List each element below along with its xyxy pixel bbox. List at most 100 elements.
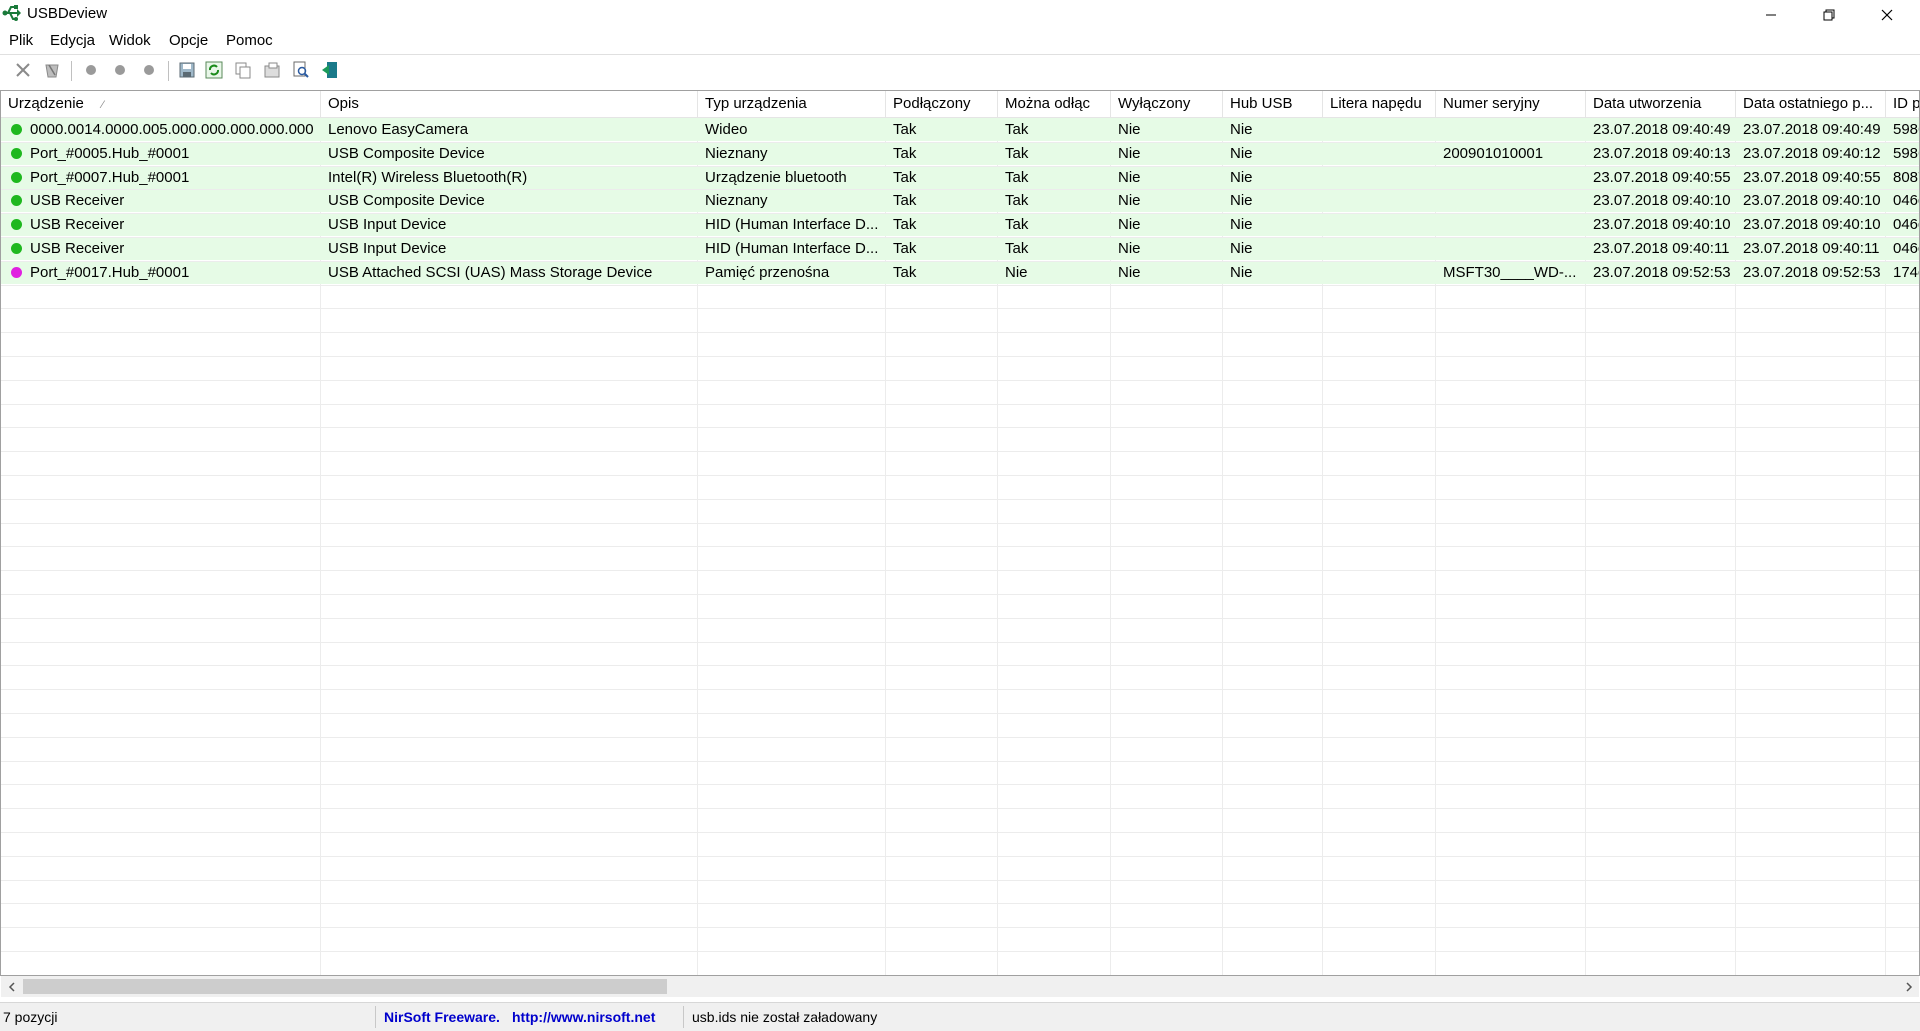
table-row[interactable]: USB Receiver USB Input Device HID (Human I…	[1, 213, 1919, 237]
cell-vendor-id: 5986	[1893, 121, 1919, 138]
cell-created-date: 23.07.2018 09:40:13	[1593, 144, 1731, 162]
column-header-device-type[interactable]: Typ urządzenia	[698, 91, 886, 117]
column-header-last-plug-date[interactable]: Data ostatniego p...	[1736, 91, 1886, 117]
cell-serial-number	[1436, 237, 1586, 260]
cell-safe-to-unplug: Tak	[1005, 144, 1029, 162]
find-icon[interactable]	[290, 59, 312, 81]
column-header-drive-letter[interactable]: Litera napędu	[1323, 91, 1436, 117]
cell-disabled: Nie	[1118, 216, 1141, 234]
cell-device: 0000.0014.0000.005.000.000.000.000.000	[30, 121, 314, 138]
cell-serial-number: MSFT30____WD-...	[1443, 263, 1577, 281]
scroll-left-icon[interactable]	[1, 976, 22, 997]
column-header-created-date[interactable]: Data utworzenia	[1586, 91, 1736, 117]
table-row[interactable]: USB Receiver USB Input Device HID (Human I…	[1, 237, 1919, 260]
column-header-safe-to-unplug[interactable]: Można odłąc	[998, 91, 1111, 117]
cell-drive-letter	[1323, 189, 1436, 212]
scrollbar-thumb[interactable]	[23, 979, 667, 994]
cell-safe-to-unplug: Tak	[1005, 216, 1029, 234]
save-icon[interactable]	[176, 59, 198, 81]
table-row[interactable]: Port_#0005.Hub_#0001 USB Composite Device…	[1, 141, 1919, 165]
cell-usb-hub: Nie	[1230, 216, 1253, 234]
menu-opcje[interactable]: Opcje	[169, 32, 208, 49]
cell-safe-to-unplug: Tak	[1005, 192, 1029, 210]
disconnect-icon[interactable]	[12, 59, 34, 81]
row-gridline	[1, 165, 1919, 167]
row-gridline	[1, 855, 1919, 857]
cell-last-plug-date: 23.07.2018 09:40:55	[1743, 168, 1881, 186]
table-row[interactable]: 0000.0014.0000.005.000.000.000.000.000 Le…	[1, 118, 1919, 141]
title-bar: USBDeview	[0, 0, 1920, 30]
cell-created-date: 23.07.2018 09:40:11	[1593, 240, 1730, 257]
cell-disabled: Nie	[1118, 168, 1141, 186]
cell-usb-hub: Nie	[1230, 240, 1253, 257]
cell-connected: Tak	[893, 192, 917, 210]
row-gridline	[1, 260, 1919, 262]
cell-description: USB Input Device	[328, 216, 447, 234]
cell-disabled: Nie	[1118, 240, 1141, 257]
cell-device-type: HID (Human Interface D...	[705, 216, 879, 234]
device-list[interactable]: Urządzenie ⁄ Opis Typ urządzenia Podłączo…	[0, 90, 1920, 976]
row-gridline	[1, 951, 1919, 952]
close-button[interactable]	[1858, 0, 1916, 30]
copy-icon[interactable]	[232, 59, 254, 81]
row-gridline	[1, 784, 1919, 786]
cell-usb-hub: Nie	[1230, 144, 1253, 162]
cell-last-plug-date: 23.07.2018 09:40:49	[1743, 121, 1881, 138]
cell-safe-to-unplug: Tak	[1005, 240, 1029, 257]
exit-icon[interactable]	[319, 59, 341, 81]
enable-disable-icon[interactable]	[138, 59, 160, 81]
cell-last-plug-date: 23.07.2018 09:40:10	[1743, 192, 1881, 210]
column-header-connected[interactable]: Podłączony	[886, 91, 998, 117]
status-bar: 7 pozycji NirSoft Freeware. http://www.n…	[0, 1002, 1920, 1031]
properties-icon[interactable]	[261, 59, 283, 81]
scroll-right-icon[interactable]	[1898, 976, 1919, 997]
row-gridline	[1, 498, 1919, 500]
horizontal-scrollbar[interactable]	[1, 976, 1919, 997]
row-gridline	[1, 189, 1919, 191]
menu-plik[interactable]: Plik	[9, 32, 33, 49]
column-header-vendor-id[interactable]: ID p	[1886, 91, 1919, 117]
nirsoft-link[interactable]: http://www.nirsoft.net	[512, 1009, 655, 1025]
refresh-icon[interactable]	[203, 59, 225, 81]
cell-description: Intel(R) Wireless Bluetooth(R)	[328, 168, 528, 186]
cell-created-date: 23.07.2018 09:40:10	[1593, 216, 1731, 234]
enable-icon[interactable]	[80, 59, 102, 81]
cell-device: Port_#0017.Hub_#0001	[30, 263, 190, 281]
cell-drive-letter	[1323, 166, 1436, 189]
table-row[interactable]: Port_#0007.Hub_#0001 Intel(R) Wireless Bl…	[1, 165, 1919, 189]
menu-pomoc[interactable]: Pomoc	[226, 32, 273, 49]
column-header-serial-number[interactable]: Numer seryjny	[1436, 91, 1586, 117]
cell-serial-number	[1436, 213, 1586, 236]
row-gridline	[1, 237, 1919, 238]
cell-device: USB Receiver	[30, 192, 125, 210]
menu-edycja[interactable]: Edycja	[50, 32, 95, 49]
window-title: USBDeview	[27, 5, 108, 22]
cell-last-plug-date: 23.07.2018 09:40:11	[1743, 240, 1880, 257]
row-gridline	[1, 903, 1919, 905]
menu-widok[interactable]: Widok	[109, 32, 151, 49]
column-header-device[interactable]: Urządzenie ⁄	[1, 91, 321, 117]
cell-connected: Tak	[893, 263, 917, 281]
cell-created-date: 23.07.2018 09:40:10	[1593, 192, 1731, 210]
cell-usb-hub: Nie	[1230, 263, 1253, 281]
cell-connected: Tak	[893, 168, 917, 186]
row-gridline	[1, 332, 1919, 334]
minimize-button[interactable]	[1742, 0, 1800, 30]
nirsoft-label: NirSoft Freeware.	[384, 1009, 500, 1025]
column-header-usb-hub[interactable]: Hub USB	[1223, 91, 1323, 117]
restore-button[interactable]	[1800, 0, 1858, 30]
cell-created-date: 23.07.2018 09:52:53	[1593, 263, 1731, 281]
cell-serial-number	[1436, 166, 1586, 189]
table-row[interactable]: Port_#0017.Hub_#0001 USB Attached SCSI (U…	[1, 260, 1919, 284]
column-header-description[interactable]: Opis	[321, 91, 698, 117]
column-header-disabled[interactable]: Wyłączony	[1111, 91, 1223, 117]
row-gridline	[1, 522, 1919, 524]
row-gridline	[1, 927, 1919, 929]
usb-app-icon	[2, 3, 22, 23]
uninstall-icon[interactable]	[41, 59, 63, 81]
cell-usb-hub: Nie	[1230, 192, 1253, 210]
cell-disabled: Nie	[1118, 121, 1141, 138]
row-gridline	[1, 451, 1919, 453]
disable-icon[interactable]	[109, 59, 131, 81]
table-row[interactable]: USB Receiver USB Composite Device Nieznany…	[1, 189, 1919, 213]
